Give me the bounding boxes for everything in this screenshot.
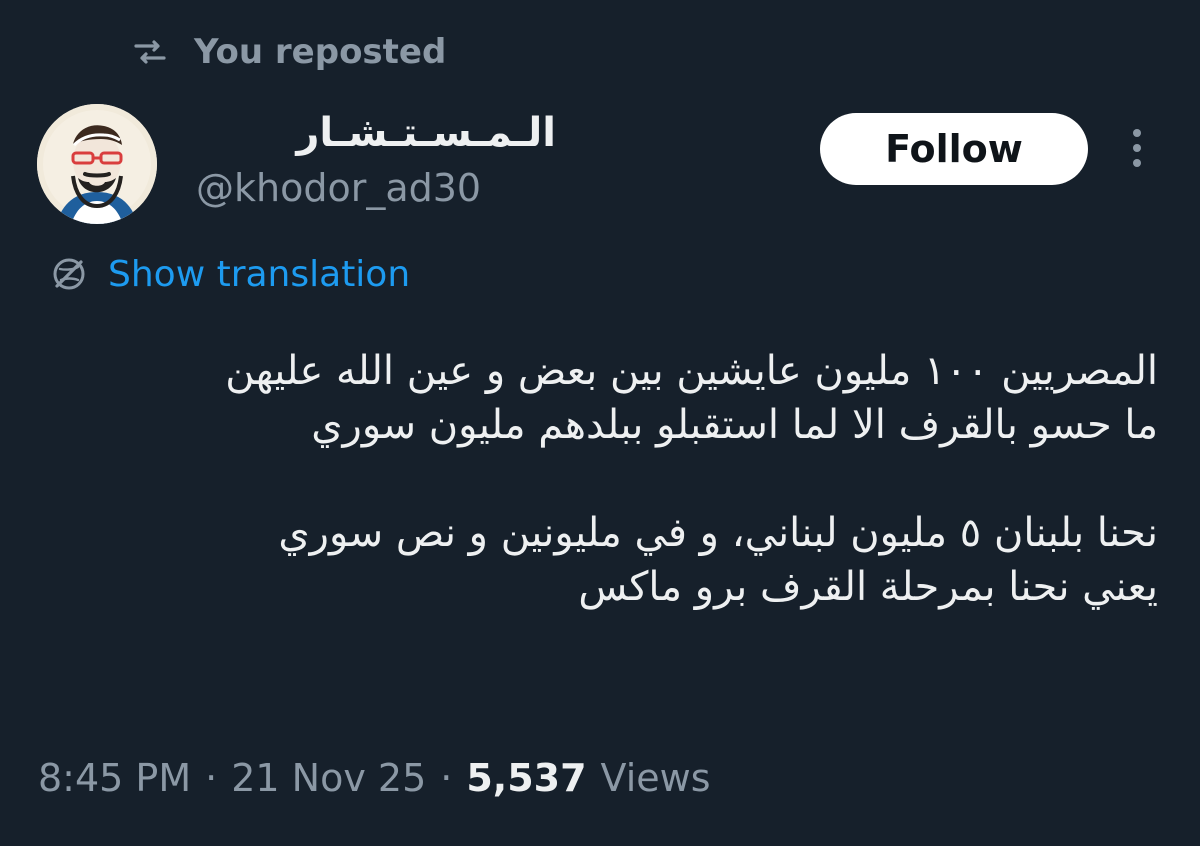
- more-options-button[interactable]: [1122, 126, 1152, 170]
- author-handle[interactable]: @khodor_ad30: [196, 162, 481, 214]
- tweet-date: 21 Nov 25: [231, 756, 427, 800]
- tweet-time: 8:45 PM: [38, 756, 192, 800]
- avatar[interactable]: [37, 104, 157, 224]
- metadata-separator: ·: [205, 756, 218, 800]
- repost-icon: [128, 35, 172, 69]
- show-translation-link[interactable]: Show translation: [108, 254, 410, 295]
- tweet-screen: You reposted الـمـسـتـشـار @khodor_ad30 …: [0, 0, 1200, 846]
- repost-indicator: You reposted: [128, 28, 446, 76]
- repost-label: You reposted: [194, 32, 447, 72]
- views-count: 5,537: [466, 756, 587, 800]
- views-label: Views: [600, 756, 711, 800]
- tweet-metadata: 8:45 PM · 21 Nov 25 · 5,537 Views: [38, 750, 711, 806]
- follow-button[interactable]: Follow: [820, 113, 1088, 185]
- metadata-separator: ·: [440, 756, 453, 800]
- tweet-text: المصريين ١٠٠ مليون عايشين بين بعض و عين …: [225, 348, 1158, 610]
- more-icon: [1122, 126, 1152, 170]
- author-display-name[interactable]: الـمـسـتـشـار: [196, 104, 556, 162]
- translation-control[interactable]: Show translation: [48, 246, 410, 302]
- translate-icon: [48, 253, 90, 295]
